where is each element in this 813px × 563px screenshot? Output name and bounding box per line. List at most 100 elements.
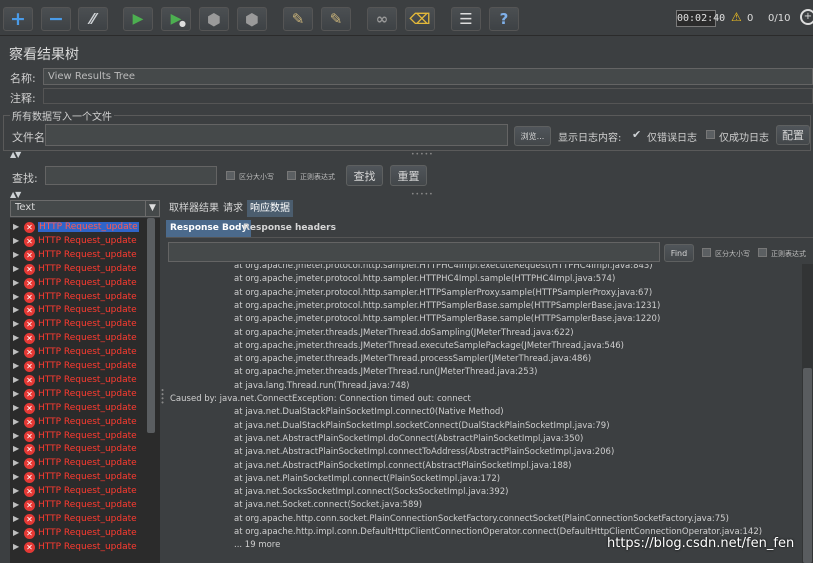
tree-row[interactable]: ▶ ✕ HTTP Request_update — [10, 499, 150, 513]
tree-row[interactable]: ▶ ✕ HTTP Request_update — [10, 430, 150, 444]
plus-icon[interactable]: + — [3, 7, 33, 31]
clear-all-icon[interactable]: ✎ — [321, 7, 351, 31]
expand-toggle-icon[interactable]: ▶ — [13, 333, 19, 342]
filename-input[interactable] — [45, 124, 508, 146]
response-case-checkbox[interactable] — [702, 248, 711, 257]
tree-row[interactable]: ▶ ✕ HTTP Request_update — [10, 291, 150, 305]
stop-icon[interactable]: ⬢ — [199, 7, 229, 31]
tree-row[interactable]: ▶ ✕ HTTP Request_update — [10, 513, 150, 527]
tree-row[interactable]: ▶ ✕ HTTP Request_update — [10, 541, 150, 555]
search-button[interactable]: 查找 — [346, 165, 383, 186]
tree-row[interactable]: ▶ ✕ HTTP Request_update — [10, 277, 150, 291]
wand-icon[interactable]: ⁄⁄ — [78, 7, 108, 31]
tree-row[interactable]: ▶ ✕ HTTP Request_update — [10, 249, 150, 263]
tree-row-label: HTTP Request_update — [38, 527, 137, 538]
response-scrollbar[interactable] — [803, 368, 812, 563]
expand-toggle-icon[interactable]: ▶ — [13, 375, 19, 384]
tab-sampler-result[interactable]: 取样器结果 — [166, 200, 222, 217]
splitter-grip-icon[interactable]: ••••• — [411, 151, 434, 158]
collapse-arrows-icon[interactable]: ▲▼ — [10, 150, 21, 159]
tree-row[interactable]: ▶ ✕ HTTP Request_update — [10, 221, 150, 235]
response-regex-checkbox[interactable] — [758, 248, 767, 257]
results-tree[interactable]: ▶ ✕ HTTP Request_update ▶ ✕ HTTP Request_upda… — [10, 218, 160, 563]
error-icon: ✕ — [24, 347, 35, 359]
splitter-grip-icon-2[interactable]: ••••• — [411, 191, 434, 198]
tree-row-label: HTTP Request_update — [38, 500, 137, 510]
start-icon[interactable]: ▶ — [123, 7, 153, 31]
tree-row[interactable]: ▶ ✕ HTTP Request_update — [10, 485, 150, 499]
expand-toggle-icon[interactable]: ▶ — [13, 319, 19, 328]
remote-globe-icon[interactable]: + — [800, 9, 813, 25]
tree-row[interactable]: ▶ ✕ HTTP Request_update — [10, 457, 150, 471]
response-body-text[interactable]: at org.apache.jmeter.protocol.http.sampl… — [166, 264, 802, 563]
regex-checkbox[interactable] — [287, 171, 296, 180]
expand-toggle-icon[interactable]: ▶ — [13, 528, 19, 537]
tree-row[interactable]: ▶ ✕ HTTP Request_update — [10, 263, 150, 277]
expand-toggle-icon[interactable]: ▶ — [13, 417, 19, 426]
binoculars-icon[interactable]: ∞ — [367, 7, 397, 31]
tree-row[interactable]: ▶ ✕ HTTP Request_update — [10, 443, 150, 457]
expand-toggle-icon[interactable]: ▶ — [13, 389, 19, 398]
expand-toggle-icon[interactable]: ▶ — [13, 431, 19, 440]
tree-row[interactable]: ▶ ✕ HTTP Request_update — [10, 402, 150, 416]
vertical-splitter-grip-icon[interactable]: •••• — [158, 388, 166, 405]
comments-field[interactable] — [43, 88, 813, 104]
shutdown-icon[interactable]: ⬢ — [237, 7, 267, 31]
help-icon[interactable]: ? — [489, 7, 519, 31]
expand-toggle-icon[interactable]: ▶ — [13, 458, 19, 467]
broom-icon[interactable]: ⌫ — [405, 7, 435, 31]
chevron-down-icon[interactable]: ▼ — [145, 201, 159, 216]
expand-toggle-icon[interactable]: ▶ — [13, 222, 19, 231]
name-field[interactable]: View Results Tree — [43, 68, 813, 85]
tree-row[interactable]: ▶ ✕ HTTP Request_update — [10, 318, 150, 332]
tree-row[interactable]: ▶ ✕ HTTP Request_update — [10, 346, 150, 360]
expand-toggle-icon[interactable]: ▶ — [13, 500, 19, 509]
tree-row[interactable]: ▶ ✕ HTTP Request_update — [10, 471, 150, 485]
success-only-checkbox[interactable] — [706, 130, 715, 139]
expand-toggle-icon[interactable]: ▶ — [13, 292, 19, 301]
expand-toggle-icon[interactable]: ▶ — [13, 542, 19, 551]
renderer-select[interactable]: Text ▼ — [10, 200, 160, 217]
case-sensitive-checkbox[interactable] — [226, 171, 235, 180]
start-no-timers-icon[interactable]: ▶ ● — [161, 7, 191, 31]
configure-button[interactable]: 配置 — [776, 125, 810, 145]
tree-row[interactable]: ▶ ✕ HTTP Request_update — [10, 332, 150, 346]
elapsed-timer: 00:02:40 — [676, 10, 725, 27]
expand-toggle-icon[interactable]: ▶ — [13, 514, 19, 523]
expand-toggle-icon[interactable]: ▶ — [13, 403, 19, 412]
expand-toggle-icon[interactable]: ▶ — [13, 264, 19, 273]
tab-request[interactable]: 请求 — [220, 200, 246, 217]
tree-row[interactable]: ▶ ✕ HTTP Request_update — [10, 235, 150, 249]
response-find-button[interactable]: Find — [664, 244, 694, 262]
expand-toggle-icon[interactable]: ▶ — [13, 444, 19, 453]
function-helper-icon[interactable]: ☰ — [451, 7, 481, 31]
expand-toggle-icon[interactable]: ▶ — [13, 361, 19, 370]
reset-button[interactable]: 重置 — [390, 165, 427, 186]
tab-response-data[interactable]: 响应数据 — [247, 200, 293, 217]
tree-scrollbar[interactable] — [147, 218, 155, 433]
expand-toggle-icon[interactable]: ▶ — [13, 305, 19, 314]
response-search-input[interactable] — [168, 242, 660, 262]
browse-button[interactable]: 浏览... — [514, 126, 551, 146]
expand-toggle-icon[interactable]: ▶ — [13, 347, 19, 356]
error-icon: ✕ — [24, 513, 35, 525]
errors-only-checkbox[interactable]: ✔ — [632, 129, 644, 140]
expand-toggle-icon[interactable]: ▶ — [13, 486, 19, 495]
tree-row[interactable]: ▶ ✕ HTTP Request_update — [10, 360, 150, 374]
expand-toggle-icon[interactable]: ▶ — [13, 250, 19, 259]
collapse-arrows-icon-2[interactable]: ▲▼ — [10, 190, 21, 199]
response-line: at org.apache.jmeter.protocol.http.sampl… — [234, 314, 661, 325]
expand-toggle-icon[interactable]: ▶ — [13, 472, 19, 481]
search-input[interactable] — [45, 166, 217, 185]
tree-row[interactable]: ▶ ✕ HTTP Request_update — [10, 388, 150, 402]
expand-toggle-icon[interactable]: ▶ — [13, 236, 19, 245]
warning-icon[interactable]: ⚠ — [731, 10, 742, 24]
tree-row[interactable]: ▶ ✕ HTTP Request_update — [10, 527, 150, 541]
tab-response-headers[interactable]: Response headers — [239, 220, 340, 237]
minus-icon[interactable]: − — [41, 7, 71, 31]
tree-row[interactable]: ▶ ✕ HTTP Request_update — [10, 304, 150, 318]
clear-icon[interactable]: ✎ — [283, 7, 313, 31]
expand-toggle-icon[interactable]: ▶ — [13, 278, 19, 287]
tree-row[interactable]: ▶ ✕ HTTP Request_update — [10, 374, 150, 388]
tree-row[interactable]: ▶ ✕ HTTP Request_update — [10, 416, 150, 430]
